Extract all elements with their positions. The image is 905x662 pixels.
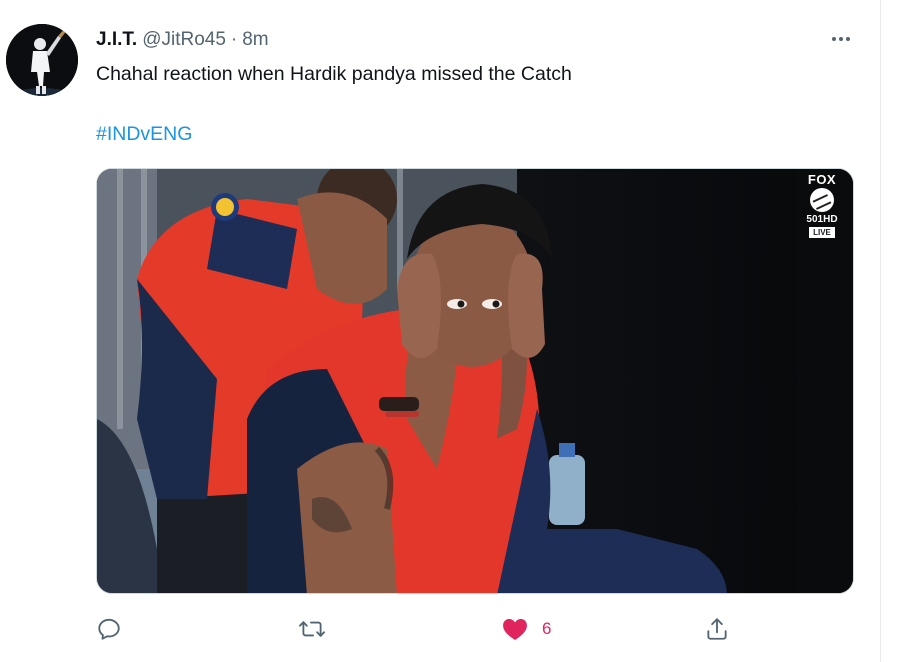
broadcaster-channel: 501HD xyxy=(806,214,838,225)
share-icon xyxy=(707,618,727,640)
separator-dot: · xyxy=(230,29,238,50)
share-button[interactable] xyxy=(704,612,730,646)
retweet-button[interactable] xyxy=(298,612,326,646)
media-photo xyxy=(97,169,853,593)
timestamp[interactable]: 8m xyxy=(242,29,268,51)
tweet-text: Chahal reaction when Hardik pandya misse… xyxy=(96,63,572,85)
avatar[interactable] xyxy=(6,24,78,96)
retweet-icon xyxy=(299,621,325,637)
reply-icon xyxy=(98,618,120,640)
tweet-actions: 6 xyxy=(96,612,756,646)
heart-filled-icon xyxy=(503,619,527,641)
user-handle[interactable]: @JitRo45 xyxy=(142,29,226,51)
hashtag-link[interactable]: #INDvENG xyxy=(96,123,192,146)
timeline-border xyxy=(880,0,881,662)
broadcaster-logo: FOX 501HD LIVE xyxy=(805,173,839,249)
display-name[interactable]: J.I.T. xyxy=(96,29,137,51)
tweet-media[interactable]: FOX 501HD LIVE xyxy=(96,168,854,594)
broadcaster-logo-word: FOX xyxy=(807,172,837,187)
avatar-image xyxy=(6,24,78,96)
tweet-header: J.I.T. @JitRo45 · 8m xyxy=(96,28,269,52)
like-button[interactable]: 6 xyxy=(502,612,551,646)
more-options-icon[interactable] xyxy=(826,26,856,52)
like-count: 6 xyxy=(542,619,552,638)
tweet[interactable]: J.I.T. @JitRo45 · 8m Chahal reaction whe… xyxy=(0,0,880,662)
live-badge: LIVE xyxy=(809,227,835,238)
reply-button[interactable] xyxy=(96,612,122,646)
cricket-ball-icon xyxy=(810,188,834,212)
